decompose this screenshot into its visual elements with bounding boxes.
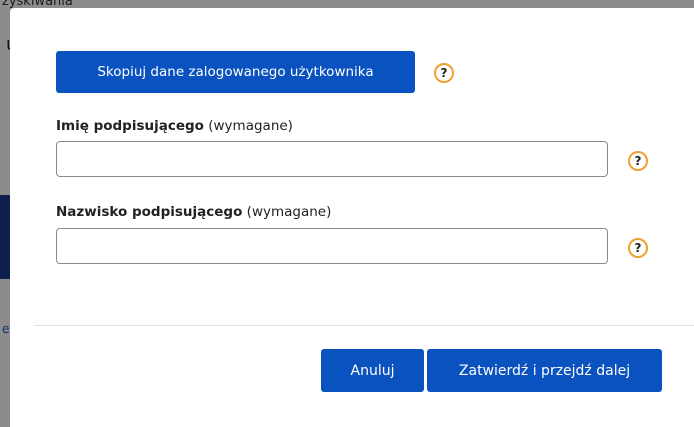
confirm-button[interactable]: Zatwierdź i przejdź dalej [427,349,662,392]
cancel-button[interactable]: Anuluj [321,349,424,392]
last-name-input[interactable] [56,228,608,264]
last-name-label-text: Nazwisko podpisującego [56,204,243,220]
help-icon[interactable]: ? [434,63,454,83]
first-name-label-text: Imię podpisującego [56,118,204,134]
first-name-required-note: (wymagane) [208,118,293,134]
last-name-required-note: (wymagane) [246,204,332,220]
first-name-help-icon[interactable]: ? [628,151,648,171]
copy-user-data-button[interactable]: Skopiuj dane zalogowanego użytkownika [56,51,415,93]
first-name-label: Imię podpisującego (wymagane) [56,118,293,134]
last-name-help-icon[interactable]: ? [628,238,648,258]
footer-divider [34,325,694,326]
last-name-label: Nazwisko podpisującego (wymagane) [56,204,331,220]
first-name-input[interactable] [56,141,608,177]
signer-dialog: Skopiuj dane zalogowanego użytkownika ? … [10,8,694,427]
